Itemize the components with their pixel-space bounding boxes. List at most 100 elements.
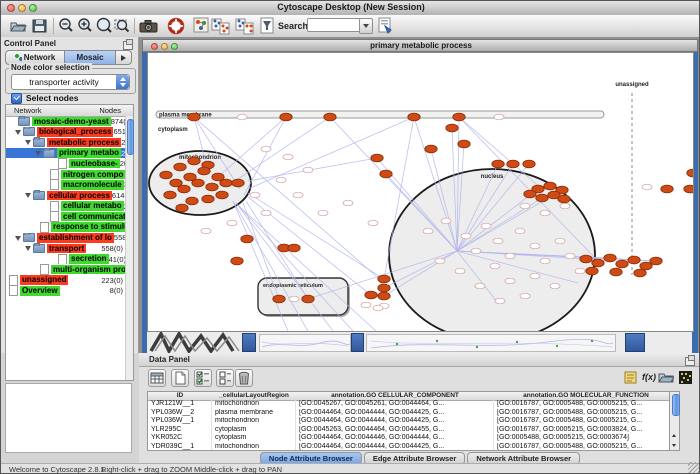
expand-arrow-icon[interactable] <box>24 191 32 199</box>
tab-overflow-arrow[interactable] <box>116 50 132 65</box>
select-nodes-checkbox[interactable] <box>11 93 22 104</box>
node[interactable] <box>650 257 662 265</box>
node[interactable] <box>241 235 253 243</box>
table-cell[interactable]: mitochondrion <box>212 443 296 451</box>
import-attributes-icon[interactable] <box>658 370 674 386</box>
network-label[interactable]: nitrogen compo <box>61 170 125 180</box>
network-graph[interactable]: plasma membranecytoplasmmitochondrionnuc… <box>148 53 693 331</box>
unselect-attributes-icon[interactable] <box>216 369 234 387</box>
node[interactable] <box>661 185 673 193</box>
node[interactable] <box>586 267 598 275</box>
save-session-icon[interactable] <box>31 17 49 35</box>
network-label[interactable]: mosaic-demo-yeast <box>32 117 111 127</box>
table-cell[interactable]: YJR121W__1 <box>148 400 212 409</box>
node[interactable] <box>216 191 228 199</box>
table-scrollbar[interactable] <box>669 391 680 451</box>
tree-row[interactable]: secretion41(0) <box>6 254 126 265</box>
node[interactable] <box>684 185 693 193</box>
node[interactable] <box>324 113 336 121</box>
network-label[interactable]: response to stimulu <box>51 222 126 232</box>
node[interactable] <box>492 160 504 168</box>
table-cell[interactable]: [GO:0044464, GO:0044444, GO:0044425, G..… <box>296 417 494 426</box>
help-lifesaver-icon[interactable] <box>167 17 185 35</box>
matrix-icon[interactable] <box>678 370 694 386</box>
table-cell[interactable]: cytoplasm <box>212 426 296 435</box>
table-cell[interactable]: [GO:0045263, GO:0044464, GO:0044455, G..… <box>296 426 494 435</box>
open-file-icon[interactable] <box>9 17 27 35</box>
node[interactable] <box>687 169 693 177</box>
node[interactable] <box>453 113 465 121</box>
select-attributes-icon[interactable] <box>194 369 212 387</box>
node[interactable] <box>198 167 210 175</box>
network-label[interactable]: transport <box>47 244 86 254</box>
network-label[interactable]: multi-organism pro <box>51 265 126 275</box>
expand-arrow-icon[interactable] <box>24 244 32 252</box>
zoom-fit-icon[interactable] <box>95 17 113 35</box>
node[interactable] <box>580 255 592 263</box>
table-cell[interactable]: [GO:0044464, GO:0044446, GO:0044444, G..… <box>296 434 494 443</box>
float-panel-icon[interactable] <box>123 41 133 50</box>
background-window-titlebar[interactable] <box>242 333 256 352</box>
delete-attribute-icon[interactable] <box>235 369 253 387</box>
tree-row[interactable]: cellular metabo209(0) <box>6 201 126 212</box>
search-input[interactable] <box>307 18 361 32</box>
node[interactable] <box>634 269 646 277</box>
expand-arrow-icon[interactable] <box>14 234 22 242</box>
node[interactable] <box>232 179 244 187</box>
expand-arrow-icon[interactable] <box>34 149 42 157</box>
background-window[interactable] <box>259 334 351 352</box>
tree-row[interactable]: nitrogen compo209(0) <box>6 169 126 180</box>
node[interactable] <box>178 185 190 193</box>
table-cell[interactable]: YDR039C__1 <box>148 443 212 451</box>
tree-row[interactable]: Overview8(0) <box>6 286 126 297</box>
node[interactable] <box>507 160 519 168</box>
birds-eye-view-panel[interactable] <box>5 383 132 453</box>
background-window[interactable] <box>366 334 616 352</box>
node[interactable] <box>378 284 390 292</box>
zoom-out-icon[interactable] <box>57 17 75 35</box>
zoom-in-icon[interactable] <box>76 17 94 35</box>
float-panel-icon[interactable] <box>685 357 695 366</box>
tree-row[interactable]: mosaic-demo-yeast874(0) <box>6 116 126 127</box>
node[interactable] <box>378 275 390 283</box>
table-cell[interactable]: [GO:0044464, GO:0044444, GO:0044425, G..… <box>296 409 494 418</box>
table-cell[interactable]: YPL036W__1 <box>148 417 212 426</box>
table-cell[interactable]: YPL036W__2 <box>148 409 212 418</box>
tree-row[interactable]: biological_process651(0) <box>6 127 126 138</box>
tree-column-network[interactable]: Network <box>14 106 42 115</box>
table-cell[interactable]: [GO:0016787, GO:0005488, GO:0005215, G..… <box>494 400 678 409</box>
node[interactable] <box>408 113 420 121</box>
annotation-icon[interactable] <box>623 370 639 386</box>
table-cell[interactable]: plasma membrane <box>212 409 296 418</box>
node[interactable] <box>524 190 536 198</box>
node[interactable] <box>280 113 292 121</box>
attribute-table[interactable]: ID_cellularLayoutRegionannotation.GO CEL… <box>147 391 679 451</box>
table-cell[interactable]: mitochondrion <box>212 417 296 426</box>
function-builder-icon[interactable]: f(x) <box>641 370 657 386</box>
node[interactable] <box>640 262 652 270</box>
node[interactable] <box>446 124 458 132</box>
tree-row[interactable]: multi-organism pro42(0) <box>6 264 126 275</box>
tree-scrollbar-thumb[interactable] <box>127 119 134 155</box>
filter-icon[interactable] <box>259 17 277 35</box>
tree-scrollbar[interactable] <box>125 116 133 380</box>
tree-row[interactable]: establishment of lo558(0) <box>6 233 126 244</box>
table-scrollbar-thumb[interactable] <box>672 394 680 416</box>
network-label[interactable]: cell communicat <box>61 212 126 222</box>
network-canvas[interactable]: plasma membranecytoplasmmitochondrionnuc… <box>147 52 694 332</box>
vizmapper-icon[interactable] <box>193 17 211 35</box>
node[interactable] <box>616 260 628 268</box>
node[interactable] <box>176 204 188 212</box>
node[interactable] <box>604 254 616 262</box>
node[interactable] <box>592 259 604 267</box>
resize-grip-icon[interactable] <box>688 462 700 474</box>
network-label[interactable]: primary metabo <box>57 148 121 158</box>
search-config-icon[interactable] <box>377 17 395 35</box>
node[interactable] <box>523 160 535 168</box>
node[interactable] <box>231 257 243 265</box>
network-view-window[interactable]: primary metabolic process plasma membran… <box>142 39 698 353</box>
node[interactable] <box>192 179 204 187</box>
table-cell[interactable]: [GO:0044464, GO:0044444, GO:0044425, G..… <box>296 443 494 451</box>
tree-column-nodes[interactable]: Nodes <box>99 106 121 115</box>
network-label[interactable]: metabolic process <box>47 138 121 148</box>
